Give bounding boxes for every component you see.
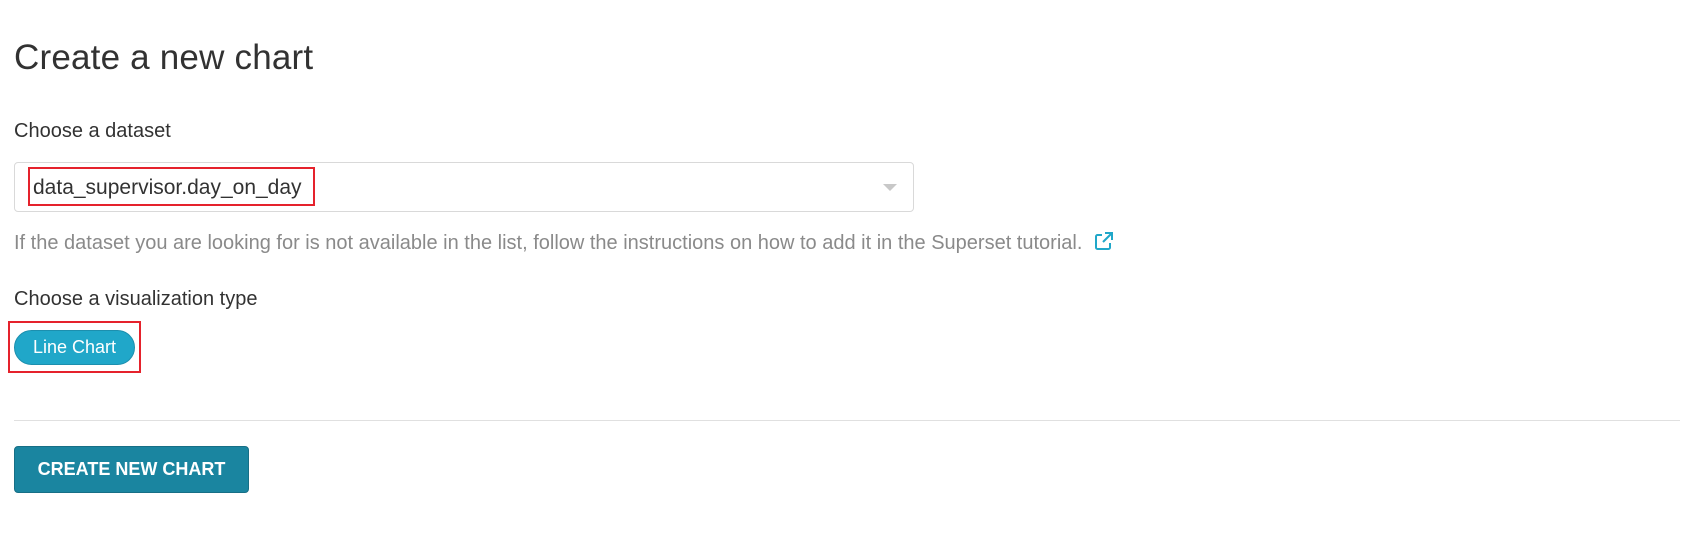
dataset-selected-value: data_supervisor.day_on_day	[33, 176, 302, 199]
dataset-select[interactable]: data_supervisor.day_on_day	[14, 162, 914, 212]
page-title: Create a new chart	[14, 38, 314, 77]
divider	[14, 420, 1680, 421]
visualization-label: Choose a visualization type	[14, 288, 258, 310]
external-link-icon[interactable]	[1094, 231, 1114, 257]
dataset-label: Choose a dataset	[14, 120, 171, 142]
dataset-help-message: If the dataset you are looking for is no…	[14, 232, 1083, 254]
visualization-type-button[interactable]: Line Chart	[14, 330, 135, 365]
chevron-down-icon[interactable]	[883, 184, 897, 191]
create-new-chart-button[interactable]: CREATE NEW CHART	[14, 446, 249, 493]
dataset-help-text: If the dataset you are looking for is no…	[14, 231, 1114, 257]
